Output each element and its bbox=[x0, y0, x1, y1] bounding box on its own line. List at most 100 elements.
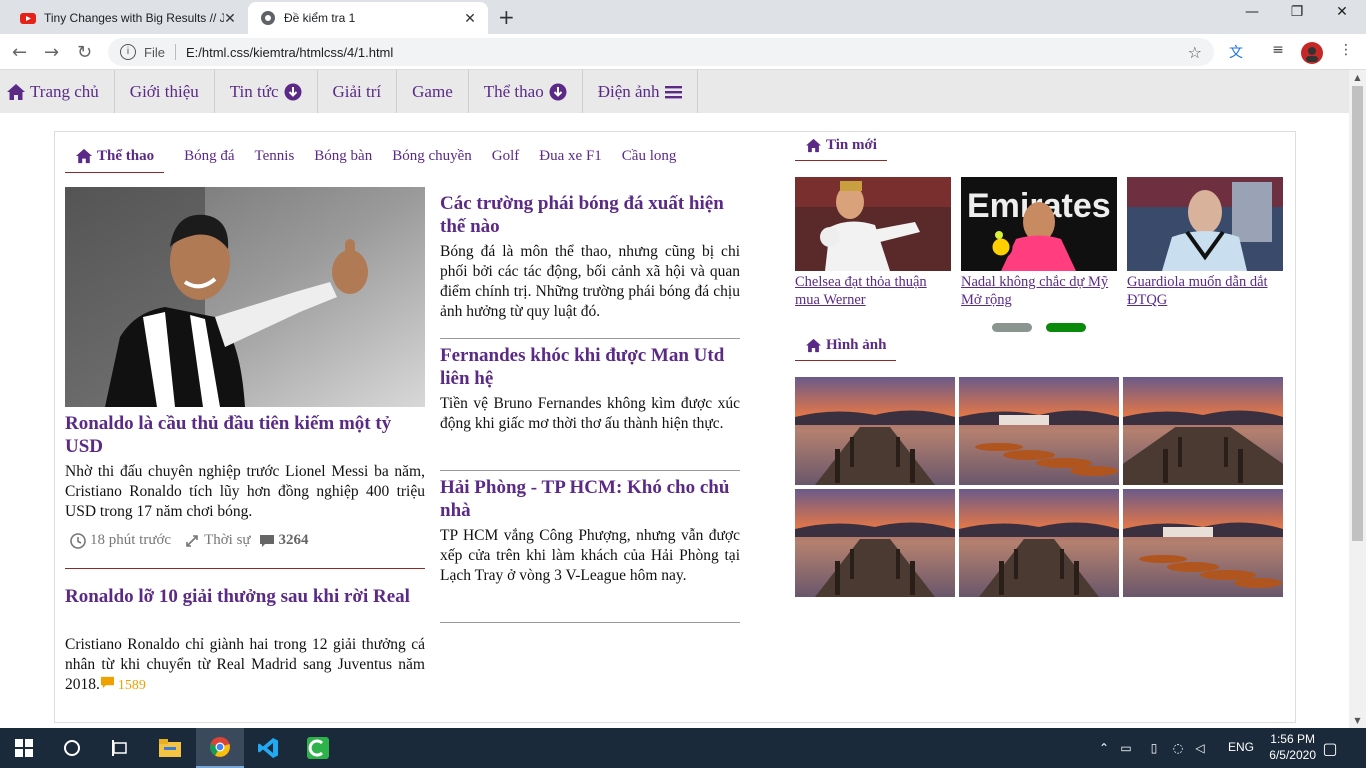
reload-icon[interactable]: ↻ bbox=[77, 42, 92, 63]
slider-dot[interactable] bbox=[992, 323, 1032, 332]
subnav-item-badminton[interactable]: Cầu long bbox=[622, 148, 677, 165]
minimize-button[interactable]: — bbox=[1232, 4, 1272, 20]
address-bar-row: ← → ↻ i File E:/html.css/kiemtra/htmlcss… bbox=[0, 34, 1366, 70]
volume-icon[interactable]: ◁ bbox=[1188, 728, 1212, 768]
close-icon[interactable]: ✕ bbox=[222, 10, 238, 27]
gallery-heading-label: Hình ảnh bbox=[826, 337, 887, 353]
news-caption[interactable]: Guardiola muốn dẫn dắt ĐTQG bbox=[1127, 273, 1283, 309]
news-image[interactable]: Emirates bbox=[961, 177, 1117, 271]
arrow-down-circle-icon bbox=[284, 83, 302, 100]
gallery-image[interactable] bbox=[1123, 489, 1283, 597]
file-explorer-icon[interactable] bbox=[146, 728, 194, 768]
gallery-image[interactable] bbox=[1123, 377, 1283, 485]
divider bbox=[440, 338, 740, 339]
scroll-down-icon[interactable]: ▼ bbox=[1349, 716, 1366, 725]
news-caption[interactable]: Nadal không chắc dự Mỹ Mở rộng bbox=[961, 273, 1117, 309]
menu-item-home[interactable]: Trang chủ bbox=[0, 70, 115, 113]
menu-item-cinema[interactable]: Điện ảnh bbox=[583, 70, 698, 113]
scroll-thumb[interactable] bbox=[1352, 86, 1363, 541]
media-queue-icon[interactable]: ≡ bbox=[1268, 42, 1288, 62]
article-title[interactable]: Fernandes khóc khi được Man Utd liên hệ bbox=[440, 344, 740, 390]
back-icon[interactable]: ← bbox=[12, 42, 27, 63]
task-view-icon[interactable] bbox=[96, 728, 144, 768]
menu-item-sport[interactable]: Thể thao bbox=[469, 70, 583, 113]
subnav-item-active[interactable]: Thể thao bbox=[65, 148, 165, 173]
expand-icon bbox=[185, 534, 199, 548]
subnav-item-tennis[interactable]: Tennis bbox=[255, 148, 295, 165]
divider bbox=[65, 568, 425, 569]
menu-item-about[interactable]: Giới thiệu bbox=[115, 70, 215, 113]
subnav-item-golf[interactable]: Golf bbox=[492, 148, 520, 165]
scroll-up-icon[interactable]: ▲ bbox=[1349, 73, 1366, 82]
featured-meta: 18 phút trước Thời sự 3264 bbox=[65, 532, 425, 549]
article-title[interactable]: Hải Phòng - TP HCM: Khó cho chủ nhà bbox=[440, 476, 740, 522]
news-card[interactable]: Emirates Nadal không chắc dự Mỹ Mở rộng bbox=[961, 177, 1117, 309]
subnav-item-volleyball[interactable]: Bóng chuyền bbox=[392, 148, 472, 165]
chrome-icon[interactable] bbox=[196, 728, 244, 768]
maximize-button[interactable]: ❐ bbox=[1277, 4, 1317, 20]
browser-tab-bar: Tiny Changes with Big Results // J ✕ Đề … bbox=[0, 0, 1366, 34]
tab-title: Đề kiểm tra 1 bbox=[284, 11, 356, 25]
avatar[interactable] bbox=[1301, 42, 1323, 64]
comment-icon bbox=[259, 534, 275, 548]
article-description: Bóng đá là môn thể thao, nhưng cũng bị c… bbox=[440, 243, 740, 320]
bookmark-star-icon[interactable]: ☆ bbox=[1188, 43, 1202, 62]
notifications-icon[interactable]: ▢ bbox=[1310, 728, 1350, 768]
network-icon[interactable]: ▭ bbox=[1114, 728, 1138, 768]
article-title[interactable]: Ronaldo lỡ 10 giải thưởng sau khi rời Re… bbox=[65, 585, 425, 608]
language-indicator[interactable]: ENG bbox=[1228, 740, 1254, 754]
home-icon bbox=[7, 83, 25, 100]
news-card[interactable]: Chelsea đạt thỏa thuận mua Werner bbox=[795, 177, 951, 309]
windows-start-icon[interactable] bbox=[0, 728, 48, 768]
gallery-image[interactable] bbox=[795, 489, 955, 597]
window-close-button[interactable]: ✕ bbox=[1322, 4, 1362, 20]
news-heading-label: Tin mới bbox=[826, 137, 877, 153]
menu-item-news[interactable]: Tin tức bbox=[215, 70, 318, 113]
gallery-heading: Hình ảnh bbox=[795, 337, 897, 361]
gallery-image[interactable] bbox=[959, 489, 1119, 597]
subnav-item-table-tennis[interactable]: Bóng bàn bbox=[314, 148, 372, 165]
tab-youtube[interactable]: Tiny Changes with Big Results // J ✕ bbox=[8, 2, 248, 34]
article-title[interactable]: Các trường phái bóng đá xuất hiện thế nà… bbox=[440, 192, 740, 238]
menu-item-entertainment[interactable]: Giải trí bbox=[318, 70, 398, 113]
editor-app-icon[interactable] bbox=[294, 728, 342, 768]
home-icon bbox=[806, 138, 821, 153]
vscode-icon[interactable] bbox=[244, 728, 292, 768]
article-description: Tiền vệ Bruno Fernandes không kìm được x… bbox=[440, 395, 740, 432]
close-icon[interactable]: ✕ bbox=[462, 10, 478, 27]
slider-dot-active[interactable] bbox=[1046, 323, 1086, 332]
new-tab-button[interactable]: + bbox=[498, 5, 515, 29]
clock-time: 1:56 PM bbox=[1270, 732, 1315, 746]
globe-icon bbox=[260, 10, 276, 26]
subnav-item-football[interactable]: Bóng đá bbox=[184, 148, 234, 165]
gallery-image[interactable] bbox=[959, 377, 1119, 485]
search-icon[interactable] bbox=[48, 728, 96, 768]
info-icon[interactable]: i bbox=[120, 44, 136, 60]
forward-icon[interactable]: → bbox=[44, 42, 59, 63]
gallery-image[interactable] bbox=[795, 377, 955, 485]
featured-title[interactable]: Ronaldo là cầu thủ đầu tiên kiếm một tỷ … bbox=[65, 412, 425, 458]
featured-image[interactable] bbox=[65, 187, 425, 407]
news-image[interactable] bbox=[1127, 177, 1283, 271]
menu-item-game[interactable]: Game bbox=[397, 70, 469, 113]
url-bar[interactable]: i File E:/html.css/kiemtra/htmlcss/4/1.h… bbox=[108, 38, 1214, 66]
divider bbox=[174, 44, 176, 60]
subnav-item-f1[interactable]: Đua xe F1 bbox=[539, 148, 602, 165]
news-caption[interactable]: Chelsea đạt thỏa thuận mua Werner bbox=[795, 273, 951, 309]
article-description: TP HCM vắng Công Phượng, nhưng vẫn được … bbox=[440, 527, 740, 584]
news-image[interactable] bbox=[795, 177, 951, 271]
battery-icon[interactable]: ▯ bbox=[1142, 728, 1166, 768]
news-card[interactable]: Guardiola muốn dẫn dắt ĐTQG bbox=[1127, 177, 1283, 309]
menu-label: Giải trí bbox=[332, 81, 382, 101]
menu-label: Game bbox=[412, 81, 453, 101]
news-heading: Tin mới bbox=[795, 137, 887, 161]
url-text: E:/html.css/kiemtra/htmlcss/4/1.html bbox=[185, 44, 394, 60]
clock[interactable]: 1:56 PM 6/5/2020 bbox=[1269, 731, 1316, 763]
page-scrollbar[interactable]: ▲ ▼ bbox=[1349, 70, 1366, 728]
tab-active[interactable]: Đề kiểm tra 1 ✕ bbox=[248, 2, 488, 34]
wifi-icon[interactable]: ◌ bbox=[1166, 728, 1190, 768]
bars-icon bbox=[664, 85, 682, 98]
browser-menu-icon[interactable]: ⋮ bbox=[1336, 42, 1356, 62]
translate-icon[interactable]: 文 bbox=[1226, 42, 1246, 62]
main-menu: Trang chủ Giới thiệu Tin tức Giải trí Ga… bbox=[0, 70, 1349, 113]
